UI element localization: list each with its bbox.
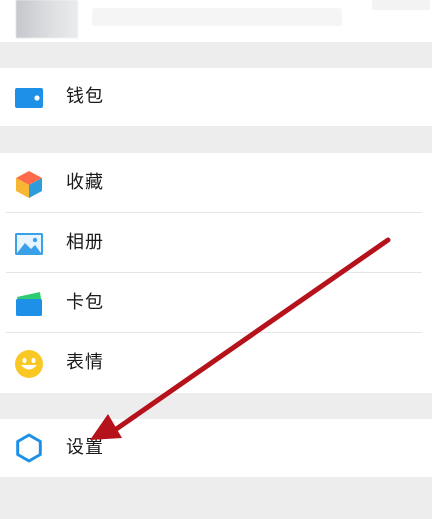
settings-group: 设置 xyxy=(0,419,432,477)
menu-item-label: 设置 xyxy=(66,437,104,458)
profile-info-blur xyxy=(92,8,342,26)
menu-item-settings[interactable]: 设置 xyxy=(0,419,432,477)
menu-item-album[interactable]: 相册 xyxy=(0,213,432,273)
avatar xyxy=(16,0,78,38)
menu-item-label: 相册 xyxy=(66,232,104,253)
features-group: 收藏 相册 卡包 表情 xyxy=(0,153,432,393)
menu-item-card-holder[interactable]: 卡包 xyxy=(0,273,432,333)
menu-item-wallet[interactable]: 钱包 xyxy=(0,68,432,126)
menu-item-label: 表情 xyxy=(66,352,104,373)
sticker-smile-icon xyxy=(14,349,44,379)
profile-extra-blur xyxy=(372,0,430,10)
album-picture-icon xyxy=(14,229,44,259)
favorites-cube-icon xyxy=(14,169,44,199)
menu-item-label: 卡包 xyxy=(66,292,104,313)
menu-item-favorites[interactable]: 收藏 xyxy=(0,153,432,213)
wallet-icon xyxy=(14,83,44,113)
menu-item-stickers[interactable]: 表情 xyxy=(0,333,432,393)
card-holder-icon xyxy=(14,289,44,319)
menu-item-label: 钱包 xyxy=(66,86,104,107)
wallet-group: 钱包 xyxy=(0,68,432,126)
menu-item-label: 收藏 xyxy=(66,172,104,193)
settings-gear-icon xyxy=(14,433,44,463)
profile-header-partial[interactable] xyxy=(0,0,432,42)
